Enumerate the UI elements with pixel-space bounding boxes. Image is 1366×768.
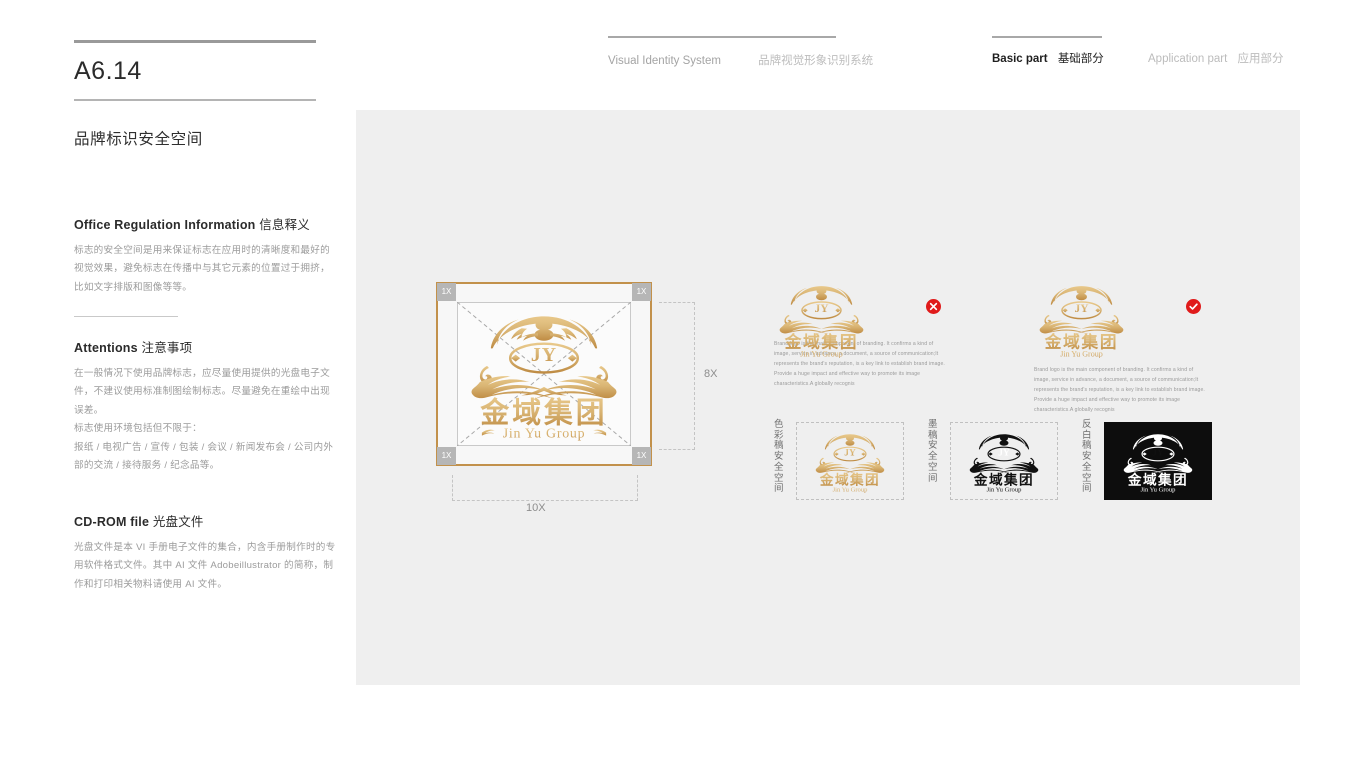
variant-label-c6: 间 bbox=[1082, 483, 1092, 495]
rule-below-page-code bbox=[74, 99, 316, 101]
section-heading-en: CD-ROM file bbox=[74, 515, 150, 529]
vis-system-label-en: Visual Identity System bbox=[608, 55, 721, 67]
header-rule-right bbox=[992, 36, 1102, 38]
section-paragraph: 标志的安全空间是用来保证标志在应用时的清晰度和最好的视觉效果，避免标志在传播中与… bbox=[74, 245, 330, 293]
nav-item-basic-part[interactable]: Basic part 基础部分 bbox=[992, 50, 1104, 66]
nav-basic-label-cn: 基础部分 bbox=[1057, 53, 1104, 65]
svg-text:Jin Yu Group: Jin Yu Group bbox=[800, 349, 843, 358]
check-circle-icon bbox=[1186, 299, 1201, 314]
nav-app-label-en: Application part bbox=[1148, 53, 1228, 65]
page-code: A6.14 bbox=[74, 57, 142, 85]
svg-text:JY: JY bbox=[998, 448, 1010, 458]
section-divider bbox=[74, 316, 178, 318]
section-cdrom-file: CD-ROM file 光盘文件 光盘文件是本 VI 手册电子文件的集合，内含手… bbox=[74, 511, 336, 594]
example-logo-wrap: JY 金域集团 Jin Yu Group bbox=[1034, 285, 1244, 358]
corner-mark-bottom-left: 1X bbox=[437, 447, 456, 465]
section-paragraph-2: 标志使用环境包括但不限于： bbox=[74, 423, 202, 435]
svg-text:Jin Yu Group: Jin Yu Group bbox=[987, 486, 1023, 492]
logo-safe-space-diagram: JY 金域集团 Jin Yu Group 1X 1X 1X 1X bbox=[436, 282, 652, 466]
example-correct-spacing: JY 金域集团 Jin Yu Group Brand logo is the m… bbox=[1034, 285, 1244, 416]
brand-logo-artwork: JY 金域集团 Jin Yu Group bbox=[815, 433, 885, 493]
section-heading: Office Regulation Information 信息释义 bbox=[74, 214, 332, 233]
section-office-regulation: Office Regulation Information 信息释义 标志的安全… bbox=[74, 214, 332, 318]
section-paragraph-3: 报纸 / 电视广告 / 宣传 / 包装 / 会议 / 新闻发布会 / 公司内外部… bbox=[74, 441, 334, 472]
vis-system-label-cn: 品牌视觉形象识别系统 bbox=[758, 55, 874, 67]
section-body: 标志的安全空间是用来保证标志在应用时的清晰度和最好的视觉效果，避免标志在传播中与… bbox=[74, 242, 332, 297]
section-paragraph-1: 在一般情况下使用品牌标志，应尽量使用提供的光盘电子文件，不建议使用标准制图绘制标… bbox=[74, 368, 330, 416]
header-rule-left bbox=[608, 36, 836, 38]
svg-text:JY: JY bbox=[844, 448, 856, 458]
nav-app-label-cn: 应用部分 bbox=[1237, 53, 1284, 65]
svg-text:Jin Yu Group: Jin Yu Group bbox=[1141, 486, 1177, 492]
brand-logo-artwork: JY 金域集团 Jin Yu Group bbox=[1123, 433, 1193, 493]
section-body: 光盘文件是本 VI 手册电子文件的集合，内含手册制作时的专用软件格式文件。其中 … bbox=[74, 539, 336, 594]
variant-safe-box: JY 金域集团 Jin Yu Group bbox=[1104, 422, 1212, 500]
section-attentions: Attentions 注意事项 在一般情况下使用品牌标志，应尽量使用提供的光盘电… bbox=[74, 337, 336, 475]
cross-circle-icon bbox=[926, 299, 941, 314]
artboard-canvas: JY 金域集团 Jin Yu Group 1X 1X 1X 1X 8X 10X bbox=[356, 110, 1300, 685]
section-heading-en: Attentions bbox=[74, 341, 138, 355]
svg-text:Jin Yu Group: Jin Yu Group bbox=[503, 427, 586, 442]
svg-text:金域集团: 金域集团 bbox=[973, 471, 1034, 487]
nav-basic-label-en: Basic part bbox=[992, 53, 1048, 65]
nav-item-application-part[interactable]: Application part 应用部分 bbox=[1148, 50, 1283, 66]
header-nav-group bbox=[992, 36, 1102, 38]
section-heading-en: Office Regulation Information bbox=[74, 218, 256, 232]
variant-label: 色彩稿安全空间 bbox=[774, 419, 787, 495]
header-system-group: Visual Identity System 品牌视觉形象识别系统 bbox=[608, 36, 873, 68]
section-heading-cn: 信息释义 bbox=[259, 218, 310, 232]
check-glyph bbox=[1189, 303, 1198, 310]
svg-text:JY: JY bbox=[1074, 303, 1089, 315]
svg-text:金域集团: 金域集团 bbox=[784, 332, 859, 352]
variant-label-c6: 间 bbox=[774, 483, 784, 495]
section-heading: CD-ROM file 光盘文件 bbox=[74, 511, 336, 530]
brand-logo-artwork: JY 金域集团 Jin Yu Group bbox=[471, 316, 617, 442]
section-body: 在一般情况下使用品牌标志，应尽量使用提供的光盘电子文件，不建议使用标准制图绘制标… bbox=[74, 365, 336, 475]
corner-mark-top-left: 1X bbox=[437, 283, 456, 301]
section-heading: Attentions 注意事项 bbox=[74, 337, 336, 356]
brand-logo-artwork: JY 金域集团 Jin Yu Group bbox=[969, 433, 1039, 493]
dimension-guide-horizontal bbox=[452, 475, 638, 501]
dimension-label-height: 8X bbox=[704, 368, 718, 380]
example-logo-wrap: JY 金域集团 Jin Yu Group bbox=[774, 285, 984, 358]
variant-label: 反白稿安全空间 bbox=[1082, 419, 1095, 495]
section-heading-cn: 光盘文件 bbox=[152, 515, 204, 529]
variant-safe-box: JY 金域集团 Jin Yu Group bbox=[796, 422, 904, 500]
corner-mark-bottom-right: 1X bbox=[632, 447, 651, 465]
cross-glyph bbox=[929, 302, 938, 311]
svg-text:JY: JY bbox=[531, 344, 557, 366]
page-identity-block: A6.14 品牌标识安全空间 bbox=[74, 40, 336, 149]
svg-text:金域集团: 金域集团 bbox=[479, 397, 607, 430]
dimension-guide-vertical bbox=[659, 302, 695, 450]
svg-text:JY: JY bbox=[814, 303, 829, 315]
variant-label: 墨稿安全空间 bbox=[928, 419, 941, 484]
variant-safe-box: JY 金域集团 Jin Yu Group bbox=[950, 422, 1058, 500]
header-system-labels: Visual Identity System 品牌视觉形象识别系统 bbox=[608, 52, 873, 68]
page-title: 品牌标识安全空间 bbox=[74, 131, 203, 148]
brand-logo-artwork: JY 金域集团 Jin Yu Group bbox=[779, 286, 864, 358]
svg-text:Jin Yu Group: Jin Yu Group bbox=[833, 486, 869, 492]
section-paragraph: 光盘文件是本 VI 手册电子文件的集合，内含手册制作时的专用软件格式文件。其中 … bbox=[74, 542, 336, 590]
rule-above-page-code bbox=[74, 40, 316, 43]
svg-text:JY: JY bbox=[1152, 448, 1164, 458]
corner-mark-top-right: 1X bbox=[632, 283, 651, 301]
svg-text:金域集团: 金域集团 bbox=[1127, 471, 1188, 487]
brand-logo-artwork: JY 金域集团 Jin Yu Group bbox=[1039, 286, 1124, 358]
svg-text:金域集团: 金域集团 bbox=[1044, 332, 1119, 352]
variant-label-c5: 间 bbox=[928, 472, 938, 484]
svg-text:金域集团: 金域集团 bbox=[819, 471, 880, 487]
example-incorrect-spacing: JY 金域集团 Jin Yu Group Brand logo is the m… bbox=[774, 285, 984, 390]
section-heading-cn: 注意事项 bbox=[141, 341, 193, 355]
dimension-label-width: 10X bbox=[526, 502, 546, 514]
svg-text:Jin Yu Group: Jin Yu Group bbox=[1060, 349, 1103, 358]
example-paragraph: Brand logo is the main component of bran… bbox=[1034, 367, 1205, 413]
